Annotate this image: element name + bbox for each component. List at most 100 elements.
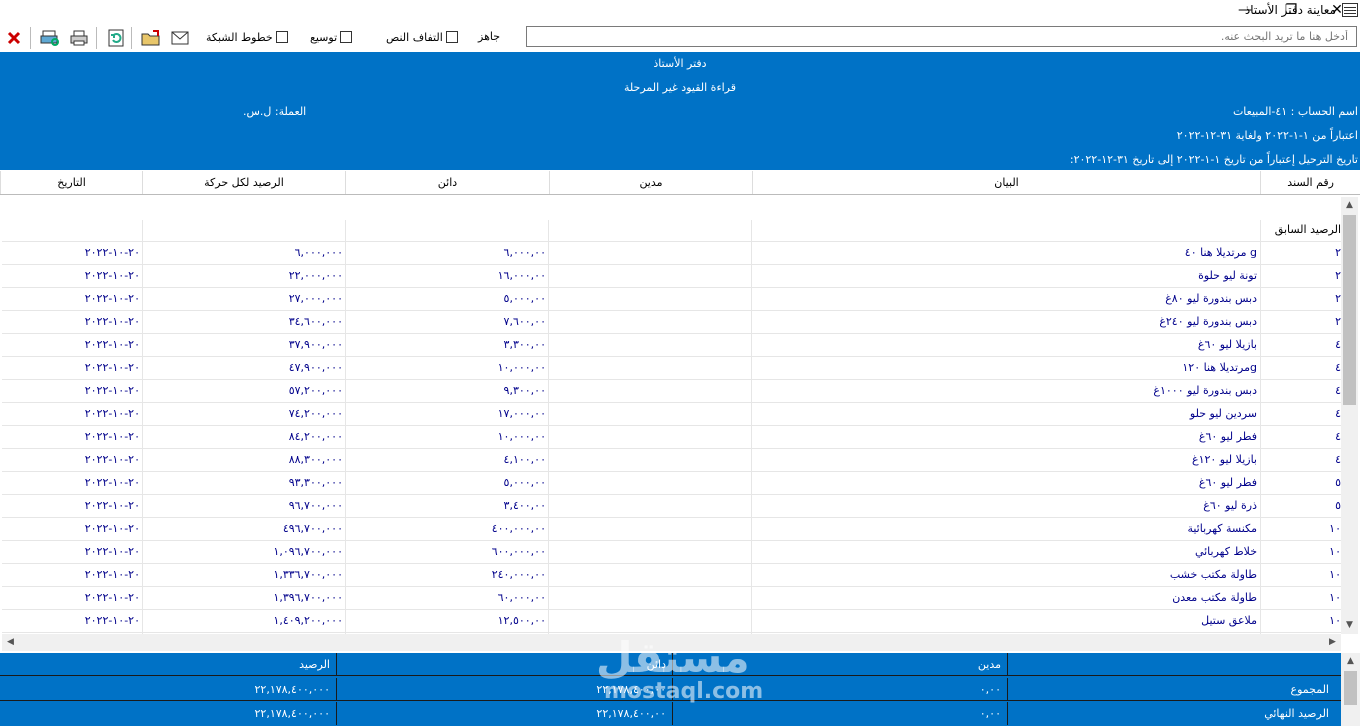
report-subtitle: قراءة القيود غير المرحلة — [624, 81, 736, 94]
scroll-thumb[interactable] — [1343, 215, 1356, 405]
col-description[interactable]: البيان — [752, 171, 1260, 194]
close-window-button[interactable]: ✕ — [1314, 0, 1360, 22]
grid-lines-checkbox[interactable] — [275, 31, 288, 43]
totals-scroll-up-icon[interactable]: ▲ — [1341, 653, 1360, 670]
scroll-down-arrow-icon[interactable]: ▼ — [1341, 617, 1358, 634]
cell-balance: ٩٦,٧٠٠,٠٠٠ — [288, 499, 343, 512]
cell-debit — [551, 426, 751, 448]
ledger-row[interactable]: ٤ بازيلا ليو ١٢٠غ ٤,١٠٠,٠٠ ٨٨,٣٠٠,٠٠٠ ٢٠-١٠-… — [2, 449, 1341, 472]
ledger-row[interactable]: ٢ تونة ليو حلوة ١٦,٠٠٠,٠٠ ٢٢,٠٠٠,٠٠٠ ٢٠-١٠-٢… — [2, 265, 1341, 288]
cell-balance: ٢٢,٠٠٠,٠٠٠ — [288, 269, 343, 282]
cell-date: ٢٠-١٠-٢٠٢٢ — [84, 315, 140, 328]
cell-debit — [551, 357, 751, 379]
cell-desc: مرتديلا هنا ١٢٠g — [1182, 361, 1257, 374]
cell-date: ٢٠-١٠-٢٠٢٢ — [84, 476, 140, 489]
export-folder-icon[interactable] — [140, 28, 162, 48]
cell-desc: طاولة مكتب خشب — [1169, 568, 1257, 581]
totals-scrollbar[interactable]: ▲ — [1341, 653, 1360, 726]
previous-balance-row[interactable]: الرصيد السابق — [2, 219, 1341, 242]
previous-balance-label: الرصيد السابق — [1274, 223, 1341, 236]
cell-balance: ٢٧,٠٠٠,٠٠٠ — [288, 292, 343, 305]
cell-credit: ٩,٣٠٠,٠٠ — [503, 384, 546, 397]
wrap-text-toggle[interactable]: التفاف النص — [386, 29, 458, 45]
report-title: دفتر الأستاذ — [653, 57, 707, 70]
printer-icon[interactable] — [68, 28, 90, 48]
cell-no: ١٠ — [1329, 568, 1341, 581]
scroll-up-arrow-icon[interactable]: ▲ — [1341, 197, 1358, 214]
cell-balance: ٩٣,٣٠٠,٠٠٠ — [288, 476, 343, 489]
scroll-left-arrow-icon[interactable]: ◀ — [2, 634, 19, 651]
scroll-right-arrow-icon[interactable]: ▶ — [1324, 634, 1341, 651]
ledger-row[interactable]: ٢ دبس بندورة ليو ٢٤٠غ ٧,٦٠٠,٠٠ ٣٤,٦٠٠,٠٠٠ ٢٠… — [2, 311, 1341, 334]
close-icon[interactable] — [3, 28, 25, 48]
maximize-button[interactable]: ❐ — [1268, 0, 1314, 22]
cell-debit — [551, 449, 751, 471]
wrap-text-checkbox[interactable] — [445, 31, 458, 43]
ledger-row[interactable]: ٢ دبس بندورة ليو ٨٠غ ٥,٠٠٠,٠٠ ٢٧,٠٠٠,٠٠٠ ٢٠-… — [2, 288, 1341, 311]
cell-balance: ٨٤,٢٠٠,٠٠٠ — [288, 430, 343, 443]
ledger-row[interactable]: ٤ سردين ليو حلو ١٧,٠٠٠,٠٠ ٧٤,٢٠٠,٠٠٠ ٢٠-١٠-٢… — [2, 403, 1341, 426]
totals-scroll-thumb[interactable] — [1344, 671, 1357, 705]
cell-debit — [551, 403, 751, 425]
final-balance-row: الرصيد النهائي ٠,٠٠ ٢٢,١٧٨,٤٠٠,٠٠ ٢٢,١٧٨… — [0, 702, 1341, 725]
cell-date: ٢٠-١٠-٢٠٢٢ — [84, 545, 140, 558]
cell-desc: دبس بندورة ليو ٢٤٠غ — [1159, 315, 1257, 328]
col-balance[interactable]: الرصيد لكل حركة — [142, 171, 345, 194]
cell-credit: ٦٠,٠٠٠,٠٠ — [497, 591, 546, 604]
ledger-row[interactable]: ٤ دبس بندورة ليو ١٠٠٠غ ٩,٣٠٠,٠٠ ٥٧,٢٠٠,٠٠٠ ٢… — [2, 380, 1341, 403]
cell-date: ٢٠-١٠-٢٠٢٢ — [84, 499, 140, 512]
cell-credit: ٣,٣٠٠,٠٠ — [503, 338, 546, 351]
minimize-button[interactable]: — — [1222, 0, 1268, 22]
ledger-row[interactable]: ٤ بازيلا ليو ٦٠غ ٣,٣٠٠,٠٠ ٣٧,٩٠٠,٠٠٠ ٢٠-١٠-٢… — [2, 334, 1341, 357]
status-text: جاهز — [478, 30, 501, 43]
refresh-icon[interactable] — [105, 28, 127, 48]
expand-label: توسيع — [310, 30, 338, 44]
vertical-scrollbar[interactable]: ▲ ▼ — [1341, 197, 1358, 634]
cell-credit: ٣,٤٠٠,٠٠ — [503, 499, 546, 512]
cell-date: ٢٠-١٠-٢٠٢٢ — [84, 591, 140, 604]
ledger-row[interactable]: ٤ فطر ليو ٦٠غ ١٠,٠٠٠,٠٠ ٨٤,٢٠٠,٠٠٠ ٢٠-١٠-٢٠٢… — [2, 426, 1341, 449]
cell-balance: ٥٧,٢٠٠,٠٠٠ — [288, 384, 343, 397]
cell-no: ١٠ — [1329, 591, 1341, 604]
col-date[interactable]: التاريخ — [0, 171, 142, 194]
ledger-row[interactable]: ١٠ مكنسة كهربائية ٤٠٠,٠٠٠,٠٠ ٤٩٦,٧٠٠,٠٠٠ ٢٠-… — [2, 518, 1341, 541]
cell-desc: تونة ليو حلوة — [1198, 269, 1257, 282]
cell-date: ٢٠-١٠-٢٠٢٢ — [84, 269, 140, 282]
col-entry-no[interactable]: رقم السند — [1260, 171, 1360, 194]
ledger-row[interactable]: ٤ مرتديلا هنا ١٢٠g ١٠,٠٠٠,٠٠ ٤٧,٩٠٠,٠٠٠ ٢٠-١… — [2, 357, 1341, 380]
grid-lines-toggle[interactable]: خطوط الشبكة — [206, 29, 288, 45]
totals-panel: مدين دائن الرصيد المجموع ٠,٠٠ ٢٢,١٧٨,٤٠٠… — [0, 653, 1341, 726]
ledger-row[interactable]: ٢ مرتديلا هنا ٤٠ g ٦,٠٠٠,٠٠ ٦,٠٠٠,٠٠٠ ٢٠-١٠-… — [2, 242, 1341, 265]
cell-credit: ٧,٦٠٠,٠٠ — [503, 315, 546, 328]
expand-checkbox[interactable] — [340, 31, 353, 43]
ledger-row[interactable]: ١٠ ملاعق ستيل ١٢,٥٠٠,٠٠ ١,٤٠٩,٢٠٠,٠٠٠ ٢٠-١٠-… — [2, 610, 1341, 633]
col-debit[interactable]: مدين — [549, 171, 752, 194]
cell-date: ٢٠-١٠-٢٠٢٢ — [84, 453, 140, 466]
ledger-row[interactable]: ١٠ طاولة مكتب معدن ٦٠,٠٠٠,٠٠ ١,٣٩٦,٧٠٠,٠٠٠ ٢… — [2, 587, 1341, 610]
cell-desc: بازيلا ليو ١٢٠غ — [1191, 453, 1257, 466]
cell-date: ٢٠-١٠-٢٠٢٢ — [84, 384, 140, 397]
cell-debit — [551, 541, 751, 563]
ledger-row[interactable]: ١٠ طاولة مكتب خشب ٢٤٠,٠٠٠,٠٠ ١,٣٣٦,٧٠٠,٠٠٠ ٢… — [2, 564, 1341, 587]
cell-credit: ٥,٠٠٠,٠٠ — [503, 292, 546, 305]
ledger-row[interactable]: ٥ ذرة ليو ٦٠غ ٣,٤٠٠,٠٠ ٩٦,٧٠٠,٠٠٠ ٢٠-١٠-٢٠٢٢ — [2, 495, 1341, 518]
cell-date: ٢٠-١٠-٢٠٢٢ — [84, 430, 140, 443]
col-credit[interactable]: دائن — [345, 171, 549, 194]
email-icon[interactable] — [169, 28, 191, 48]
horizontal-scrollbar[interactable]: ◀ ▶ — [2, 634, 1341, 651]
print-preview-icon[interactable] — [39, 28, 61, 48]
cell-credit: ٢٤٠,٠٠٠,٠٠ — [491, 568, 546, 581]
search-input[interactable] — [526, 26, 1357, 47]
cell-desc: طاولة مكتب معدن — [1172, 591, 1257, 604]
cell-balance: ٤٩٦,٧٠٠,٠٠٠ — [282, 522, 343, 535]
cell-credit: ١٦,٠٠٠,٠٠ — [497, 269, 546, 282]
cell-date: ٢٠-١٠-٢٠٢٢ — [84, 568, 140, 581]
cell-credit: ١٠,٠٠٠,٠٠ — [497, 361, 546, 374]
cell-credit: ١٢,٥٠٠,٠٠ — [497, 614, 546, 627]
totals-col-balance: الرصيد — [299, 658, 330, 671]
cell-debit — [551, 472, 751, 494]
ledger-row[interactable]: ١٠ خلاط كهربائي ٦٠٠,٠٠٠,٠٠ ١,٠٩٦,٧٠٠,٠٠٠ ٢٠-… — [2, 541, 1341, 564]
cell-date: ٢٠-١٠-٢٠٢٢ — [84, 522, 140, 535]
ledger-row[interactable]: ٥ فطر ليو ٦٠غ ٥,٠٠٠,٠٠ ٩٣,٣٠٠,٠٠٠ ٢٠-١٠-٢٠٢٢ — [2, 472, 1341, 495]
expand-toggle[interactable]: توسيع — [310, 29, 353, 45]
